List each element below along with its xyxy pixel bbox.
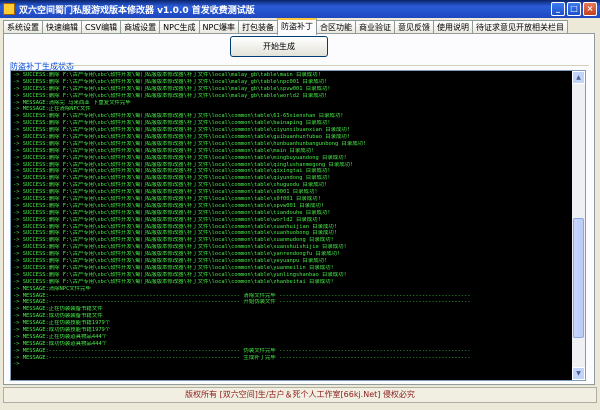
- title-bar: 双六空间蜀门私服游戏版本修改器 v1.0.0 首发收费测试版 _ □ ×: [0, 0, 600, 18]
- log-line: -> SUCCESS:删除 F:\古户专用\sbc\软件开发\蜀门私服版本修改器…: [13, 182, 328, 189]
- log-line: -> SUCCESS:删除 F:\古户专用\sbc\软件开发\蜀门私服版本修改器…: [13, 244, 347, 251]
- log-line: -> SUCCESS:删除 F:\古户专用\sbc\软件开发\蜀门私服版本修改器…: [13, 175, 331, 182]
- log-line: -> SUCCESS:删除 F:\古户专用\sbc\软件开发\蜀门私服版本修改器…: [13, 251, 341, 258]
- log-line: -> SUCCESS:删除 F:\古户专用\sbc\软件开发\蜀门私服版本修改器…: [13, 92, 328, 99]
- log-line: -> SUCCESS:删除 F:\古户专用\sbc\软件开发\蜀门私服版本修改器…: [13, 196, 321, 203]
- log-line: -> SUCCESS:删除 F:\古户专用\sbc\软件开发\蜀门私服版本修改器…: [13, 202, 325, 209]
- log-line: -> MESSAGE:-----------------------------…: [13, 299, 471, 306]
- log-line: -> MESSAGE:-----------------------------…: [13, 292, 471, 299]
- scroll-thumb[interactable]: [573, 218, 584, 338]
- tab-bar: 系统设置 快速编辑 CSV编辑 商城设置 NPC生成 NPC爆率 打包装备 防盗补丁 合区功能商…: [3, 18, 597, 35]
- log-line: -> SUCCESS:删除 F:\古户专用\sbc\软件开发\蜀门私服版本修改器…: [13, 147, 315, 154]
- log-line: -> SUCCESS:删除 F:\古户专用\sbc\软件开发\蜀门私服版本修改器…: [13, 264, 334, 271]
- log-line: -> SUCCESS:删除 F:\古户专用\sbc\软件开发\蜀门私服版本修改器…: [13, 113, 344, 120]
- app-icon: [3, 3, 15, 15]
- log-line: -> SUCCESS:删除 F:\古户专用\sbc\软件开发\蜀门私服版本修改器…: [13, 140, 367, 147]
- tab-0[interactable]: 系统设置: [3, 20, 43, 34]
- tab-10[interactable]: 意见反馈: [393, 20, 434, 34]
- log-line: -> SUCCESS:删除 F:\古户专用\sbc\软件开发\蜀门私服版本修改器…: [13, 258, 328, 265]
- group-divider: [53, 65, 589, 66]
- log-console[interactable]: -> SUCCESS:删除 F:\古户专用\sbc\软件开发\蜀门私服版本修改器…: [10, 70, 586, 381]
- log-line: -> SUCCESS:删除 F:\古户专用\sbc\软件开发\蜀门私服版本修改器…: [13, 230, 338, 237]
- start-generate-button[interactable]: 开始生成: [230, 36, 328, 57]
- tab-4[interactable]: NPC生成: [159, 20, 200, 34]
- window-title: 双六空间蜀门私服游戏版本修改器 v1.0.0 首发收费测试版: [19, 5, 255, 16]
- scroll-up-arrow-icon[interactable]: ▲: [572, 71, 585, 84]
- log-line: -> SUCCESS:删除 F:\古户专用\sbc\软件开发\蜀门私服版本修改器…: [13, 120, 331, 127]
- patch-panel: 开始生成 防盗补丁生成状态 -> SUCCESS:删除 F:\古户专用\sbc\…: [3, 33, 595, 385]
- log-line: -> MESSAGE:清除NPC文件完毕: [13, 285, 91, 292]
- vertical-scrollbar[interactable]: ▲ ▼: [572, 71, 585, 380]
- log-line: -> MESSAGE:正在伪装装备书籍文件: [13, 306, 103, 313]
- log-line: -> SUCCESS:删除 F:\古户专用\sbc\软件开发\蜀门私服版本修改器…: [13, 78, 328, 85]
- log-line: -> SUCCESS:删除 F:\古户专用\sbc\软件开发\蜀门私服版本修改器…: [13, 278, 334, 285]
- log-line: -> SUCCESS:删除 F:\古户专用\sbc\软件开发\蜀门私服版本修改器…: [13, 168, 331, 175]
- log-line: -> SUCCESS:删除 F:\古户专用\sbc\软件开发\蜀门私服版本修改器…: [13, 85, 331, 92]
- tab-5[interactable]: NPC爆率: [198, 20, 239, 34]
- tab-6[interactable]: 打包装备: [237, 20, 278, 34]
- close-button[interactable]: ×: [583, 2, 597, 16]
- log-line: -> SUCCESS:删除 F:\古户专用\sbc\软件开发\蜀门私服版本修改器…: [13, 209, 331, 216]
- log-line: -> SUCCESS:删除 F:\古户专用\sbc\软件开发\蜀门私服版本修改器…: [13, 223, 338, 230]
- log-line: -> SUCCESS:删除 F:\古户专用\sbc\软件开发\蜀门私服版本修改器…: [13, 216, 321, 223]
- log-line: -> MESSAGE:正在伪装道具物品444个: [13, 333, 107, 340]
- log-line: -> MESSAGE:-----------------------------…: [13, 347, 471, 354]
- tab-2[interactable]: CSV编辑: [81, 20, 122, 34]
- log-lines: -> SUCCESS:删除 F:\古户专用\sbc\软件开发\蜀门私服版本修改器…: [13, 72, 573, 368]
- tab-9[interactable]: 商业验证: [354, 20, 395, 34]
- tab-11[interactable]: 使用说明: [432, 20, 473, 34]
- log-line: -> MESSAGE:正在清除NPC文件: [13, 106, 91, 113]
- log-line: -> MESSAGE:-----------------------------…: [13, 354, 471, 361]
- log-line: -> SUCCESS:删除 F:\古户专用\sbc\软件开发\蜀门私服版本修改器…: [13, 189, 318, 196]
- scroll-down-arrow-icon[interactable]: ▼: [572, 367, 585, 380]
- log-line: -> MESSAGE:成功伪装道具物品444个: [13, 340, 107, 347]
- tab-7[interactable]: 防盗补丁: [276, 18, 317, 35]
- log-line: -> SUCCESS:删除 F:\古户专用\sbc\软件开发\蜀门私服版本修改器…: [13, 161, 354, 168]
- log-line: -> MESSAGE:成功伪装技能书籍1979个: [13, 326, 111, 333]
- minimize-button[interactable]: _: [551, 2, 565, 16]
- log-line: ->: [13, 361, 20, 368]
- log-line: -> SUCCESS:删除 F:\古户专用\sbc\软件开发\蜀门私服版本修改器…: [13, 237, 334, 244]
- tab-1[interactable]: 快速编辑: [42, 20, 82, 34]
- log-line: -> MESSAGE:正在伪装技能书籍1979个: [13, 320, 111, 327]
- log-line: -> SUCCESS:删除 F:\古户专用\sbc\软件开发\蜀门私服版本修改器…: [13, 127, 351, 134]
- window-controls: _ □ ×: [551, 2, 597, 16]
- tab-12[interactable]: 待证求意见开放相关栏目: [471, 20, 568, 34]
- log-line: -> SUCCESS:删除 F:\古户专用\sbc\软件开发\蜀门私服版本修改器…: [13, 72, 321, 78]
- tab-8[interactable]: 合区功能: [315, 20, 356, 34]
- log-line: -> SUCCESS:删除 F:\古户专用\sbc\软件开发\蜀门私服版本修改器…: [13, 134, 351, 141]
- log-line: -> MESSAGE:成功伪装装备书籍文件: [13, 313, 103, 320]
- log-line: -> MESSAGE:清除完 马来西亚 下重复文件完毕: [13, 99, 131, 106]
- maximize-button[interactable]: □: [567, 2, 581, 16]
- log-line: -> SUCCESS:删除 F:\古户专用\sbc\软件开发\蜀门私服版本修改器…: [13, 154, 347, 161]
- status-bar: 版权所有 [双六空间]生/古户＆死个人工作室[66kj.Net] 侵权必究: [3, 387, 597, 403]
- tab-3[interactable]: 商城设置: [120, 20, 161, 34]
- log-line: -> SUCCESS:删除 F:\古户专用\sbc\软件开发\蜀门私服版本修改器…: [13, 271, 347, 278]
